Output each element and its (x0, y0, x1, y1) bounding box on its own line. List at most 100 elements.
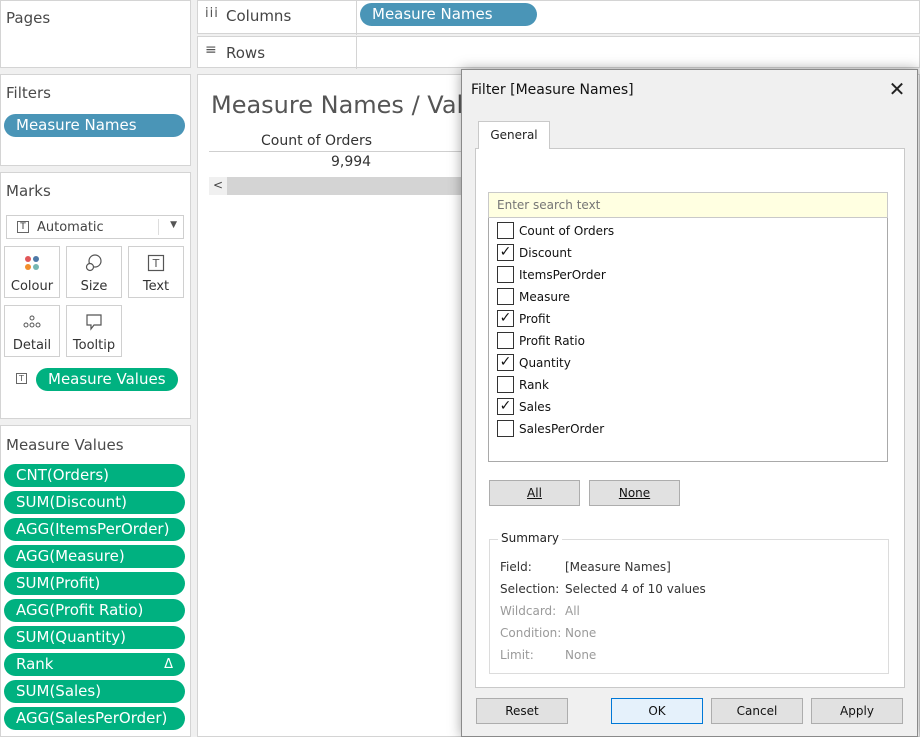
columns-measure-names-pill[interactable]: Measure Names (360, 3, 537, 26)
size-label: Size (80, 279, 108, 294)
checklist-item[interactable]: ✓ Sales (497, 396, 877, 418)
text-mark-icon: T (17, 221, 29, 233)
ok-button[interactable]: OK (611, 698, 703, 724)
checkbox[interactable]: ✓ (497, 354, 514, 371)
colour-button[interactable]: Colour (4, 246, 60, 298)
reset-button[interactable]: Reset (476, 698, 568, 724)
measure-names-checklist: Count of Orders ✓ Discount ItemsPerOrder Mea… (488, 218, 888, 462)
checklist-item[interactable]: ✓ Discount (497, 242, 877, 264)
tooltip-label: Tooltip (72, 338, 116, 353)
rows-label: Rows (226, 44, 266, 62)
checkbox[interactable] (497, 266, 514, 283)
measure-value-label: SUM(Sales) (16, 682, 102, 700)
checklist-item-label: ItemsPerOrder (519, 268, 606, 282)
colour-icon (5, 253, 59, 273)
measure-value-pill[interactable]: SUM(Quantity) (4, 626, 185, 649)
tooltip-icon (67, 312, 121, 332)
summary-group: Summary Field: [Measure Names] Selection:… (489, 531, 889, 674)
measure-value-pill[interactable]: SUM(Profit) (4, 572, 185, 595)
marks-title: Marks (6, 182, 51, 200)
horizontal-scrollbar[interactable]: < (209, 177, 469, 195)
measure-value-label: SUM(Profit) (16, 574, 101, 592)
columns-label: Columns (226, 7, 292, 25)
filter-dialog: Filter [Measure Names] ✕ General Count o… (461, 69, 918, 737)
checklist-item-label: Profit Ratio (519, 334, 585, 348)
mark-type-value: Automatic (37, 220, 104, 235)
column-header: Count of Orders (261, 133, 373, 149)
none-button-label: None (618, 486, 651, 500)
measure-value-label: Rank (16, 655, 54, 673)
text-button[interactable]: T Text (128, 246, 184, 298)
checklist-item-label: Quantity (519, 356, 571, 370)
measure-value-label: SUM(Quantity) (16, 628, 126, 646)
checklist-item[interactable]: ✓ Quantity (497, 352, 877, 374)
checkbox[interactable] (497, 288, 514, 305)
checklist-item-label: Sales (519, 400, 551, 414)
measure-value-label: AGG(Measure) (16, 547, 125, 565)
count-value: 9,994 (331, 154, 372, 170)
checklist-item[interactable]: ItemsPerOrder (497, 264, 877, 286)
checkbox[interactable] (497, 376, 514, 393)
checklist-item[interactable]: SalesPerOrder (497, 418, 877, 440)
columns-icon: iii (205, 6, 219, 21)
scroll-left-button[interactable]: < (209, 177, 227, 195)
measure-value-pill[interactable]: AGG(ItemsPerOrder) (4, 518, 185, 541)
measure-value-pill[interactable]: SUM(Sales) (4, 680, 185, 703)
checkbox[interactable]: ✓ (497, 310, 514, 327)
measure-value-pill[interactable]: CNT(Orders) (4, 464, 185, 487)
text-label: Text (142, 279, 170, 294)
measure-value-pill[interactable]: SUM(Discount) (4, 491, 185, 514)
text-encoding-icon: T (16, 373, 27, 384)
svg-text:T: T (152, 257, 160, 270)
chevron-down-icon: ▼ (170, 220, 177, 230)
measure-value-label: AGG(Profit Ratio) (16, 601, 144, 619)
measure-value-pill[interactable]: AGG(Profit Ratio) (4, 599, 185, 622)
delta-icon: Δ (164, 657, 173, 672)
marks-measure-values-pill[interactable]: Measure Values (36, 368, 178, 391)
checklist-item-label: Rank (519, 378, 549, 392)
checklist-item-label: Measure (519, 290, 570, 304)
size-button[interactable]: Size (66, 246, 122, 298)
summary-title: Summary (498, 531, 562, 545)
all-button[interactable]: All (489, 480, 580, 506)
text-icon: T (129, 253, 183, 273)
measure-value-pill[interactable]: AGG(Measure) (4, 545, 185, 568)
dialog-title: Filter [Measure Names] (471, 82, 634, 98)
measure-value-label: CNT(Orders) (16, 466, 110, 484)
checklist-item[interactable]: ✓ Profit (497, 308, 877, 330)
checkbox[interactable] (497, 222, 514, 239)
measure-value-label: AGG(SalesPerOrder) (16, 709, 168, 727)
cancel-button[interactable]: Cancel (711, 698, 803, 724)
checklist-item[interactable]: Profit Ratio (497, 330, 877, 352)
checklist-item-label: Discount (519, 246, 572, 260)
rows-shelf[interactable]: ≡ Rows (197, 36, 920, 69)
measure-values-title: Measure Values (6, 436, 124, 454)
checkbox[interactable]: ✓ (497, 398, 514, 415)
checklist-item[interactable]: Measure (497, 286, 877, 308)
checklist-item[interactable]: Count of Orders (497, 220, 877, 242)
size-icon (67, 253, 121, 273)
detail-label: Detail (12, 338, 52, 353)
measure-value-pill[interactable]: Rank Δ (4, 653, 185, 676)
measure-value-label: SUM(Discount) (16, 493, 127, 511)
filter-measure-names-pill[interactable]: Measure Names (4, 114, 185, 137)
mark-type-dropdown[interactable]: T Automatic ▼ (6, 215, 184, 239)
rows-icon: ≡ (205, 42, 217, 58)
checklist-item[interactable]: Rank (497, 374, 877, 396)
tab-general[interactable]: General (478, 121, 550, 149)
pages-panel: Pages (0, 0, 191, 68)
filters-title: Filters (6, 84, 51, 102)
checkbox[interactable] (497, 332, 514, 349)
detail-button[interactable]: Detail (4, 305, 60, 357)
pages-title: Pages (6, 9, 51, 27)
checkbox[interactable] (497, 420, 514, 437)
search-input[interactable] (488, 192, 888, 218)
close-icon[interactable]: ✕ (883, 76, 911, 104)
checkbox[interactable]: ✓ (497, 244, 514, 261)
checklist-item-label: Profit (519, 312, 551, 326)
measure-value-pill[interactable]: AGG(SalesPerOrder) (4, 707, 185, 730)
columns-shelf[interactable]: iii Columns (197, 0, 920, 35)
apply-button[interactable]: Apply (811, 698, 903, 724)
tooltip-button[interactable]: Tooltip (66, 305, 122, 357)
none-button[interactable]: None (589, 480, 680, 506)
